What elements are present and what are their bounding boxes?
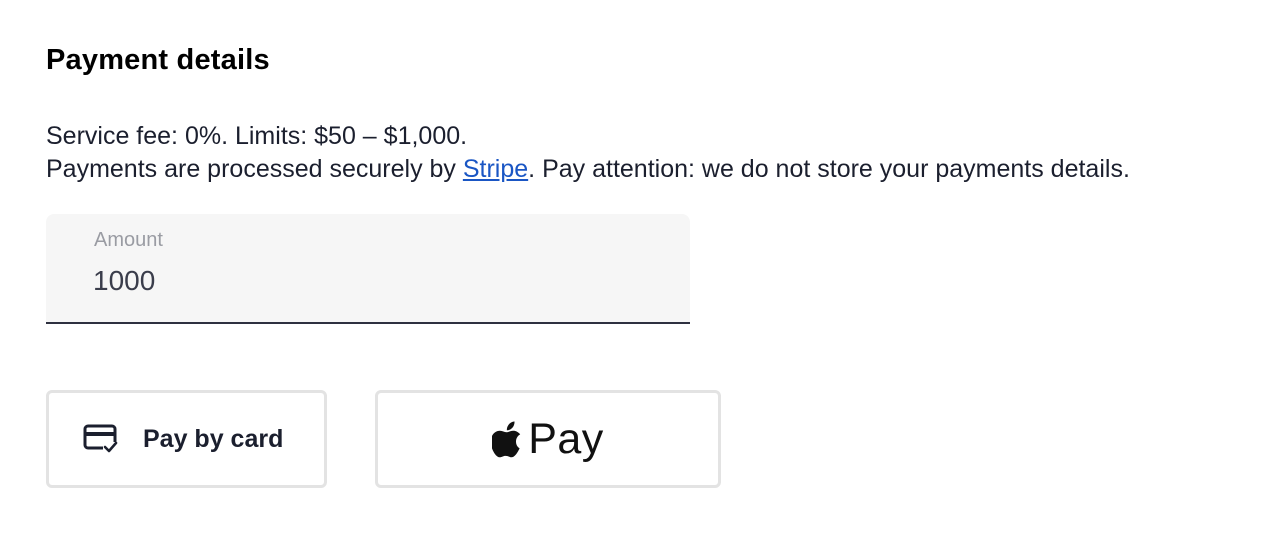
pay-by-card-button[interactable]: Pay by card — [46, 390, 327, 488]
apple-logo-icon — [490, 420, 524, 458]
amount-input[interactable] — [93, 260, 653, 302]
fee-line: Service fee: 0%. Limits: $50 – $1,000. — [46, 122, 468, 150]
secure-prefix: Payments are processed securely by — [46, 155, 463, 183]
amount-field[interactable]: Amount — [46, 214, 690, 324]
apple-pay-button[interactable]: Pay — [375, 390, 721, 488]
pay-by-card-label: Pay by card — [143, 424, 284, 453]
apple-pay-label: Pay — [528, 414, 604, 463]
payment-page: Payment details Service fee: 0%. Limits:… — [0, 0, 1262, 542]
page-title: Payment details — [46, 44, 270, 76]
payment-info: Service fee: 0%. Limits: $50 – $1,000. P… — [46, 120, 1130, 186]
stripe-link[interactable]: Stripe — [463, 155, 528, 183]
amount-label: Amount — [94, 229, 163, 251]
credit-card-check-icon — [83, 424, 119, 454]
secure-line: Payments are processed securely by Strip… — [46, 153, 1130, 186]
secure-suffix: . Pay attention: we do not store your pa… — [528, 155, 1130, 183]
